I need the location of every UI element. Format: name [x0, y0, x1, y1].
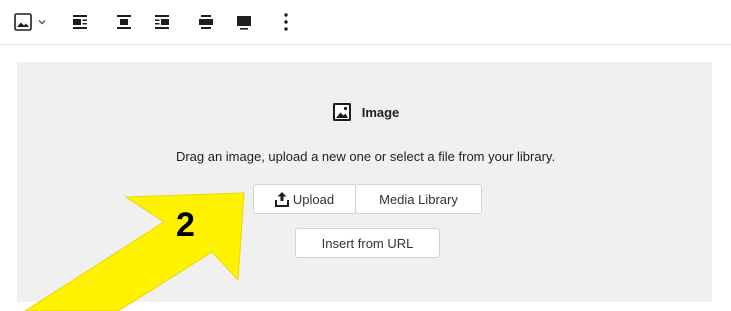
image-icon	[332, 103, 351, 121]
align-wide-icon	[199, 15, 213, 29]
chevron-down-icon	[38, 20, 46, 25]
placeholder-instructions: Drag an image, upload a new one or selec…	[175, 149, 556, 164]
align-left-icon	[73, 15, 87, 29]
step-number-label: 2	[176, 206, 195, 244]
insert-from-url-label: Insert from URL	[321, 235, 414, 251]
align-right-icon	[155, 15, 169, 29]
upload-icon	[274, 192, 289, 207]
align-full-button[interactable]	[232, 8, 256, 36]
align-full-icon	[237, 16, 251, 30]
more-options-button[interactable]	[278, 8, 294, 36]
align-wide-button[interactable]	[194, 8, 218, 36]
image-block-placeholder	[17, 62, 712, 302]
placeholder-title: Image	[361, 104, 400, 120]
align-center-button[interactable]	[112, 8, 136, 36]
image-icon	[14, 13, 32, 31]
placeholder-header: Image	[0, 102, 731, 122]
media-library-button[interactable]: Media Library	[355, 184, 482, 214]
align-right-button[interactable]	[150, 8, 174, 36]
upload-label: Upload	[292, 191, 335, 207]
align-center-icon	[117, 15, 131, 29]
align-left-button[interactable]	[68, 8, 92, 36]
upload-button[interactable]: Upload	[253, 184, 356, 214]
block-type-switcher[interactable]	[10, 8, 50, 36]
media-library-label: Media Library	[379, 191, 458, 207]
insert-from-url-button[interactable]: Insert from URL	[295, 228, 440, 258]
block-toolbar	[0, 0, 731, 45]
more-options-icon	[284, 13, 288, 31]
